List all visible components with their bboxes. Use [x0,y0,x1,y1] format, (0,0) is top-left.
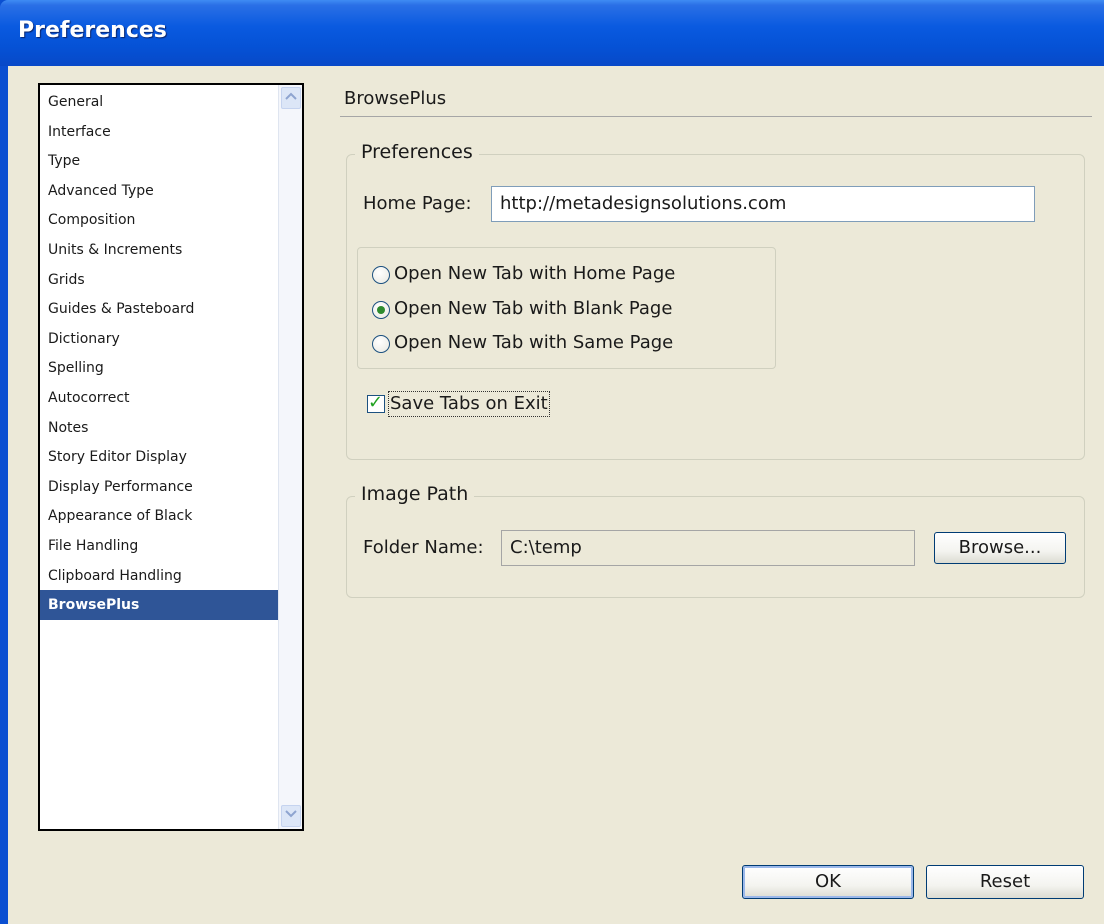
section-title: BrowsePlus [344,88,447,109]
category-item[interactable]: Story Editor Display [40,442,280,472]
folder-name-input[interactable]: C:\temp [501,530,915,566]
scroll-up-button[interactable] [281,87,301,109]
window-title: Preferences [18,18,167,43]
category-item[interactable]: Dictionary [40,324,280,354]
radio-button-selected[interactable] [372,301,390,319]
preferences-group: Preferences Home Page: http://metadesign… [346,141,1085,460]
radio-button[interactable] [372,266,390,284]
image-path-group: Image Path Folder Name: C:\temp Browse..… [346,483,1085,598]
radio-label: Open New Tab with Same Page [394,332,674,353]
category-list[interactable]: General Interface Type Advanced Type Composi… [38,83,304,831]
preferences-dialog: Preferences General Interface Type Advanced… [0,0,1104,924]
category-item[interactable]: Appearance of Black [40,501,280,531]
save-tabs-label[interactable]: Save Tabs on Exit [388,391,550,417]
category-item[interactable]: Guides & Pasteboard [40,294,280,324]
ok-button[interactable]: OK [742,865,914,899]
home-page-label: Home Page: [363,193,472,214]
category-item[interactable]: Clipboard Handling [40,561,280,591]
category-item[interactable]: Spelling [40,353,280,383]
category-item[interactable]: Notes [40,413,280,443]
preferences-group-legend: Preferences [355,141,479,163]
image-path-group-legend: Image Path [355,483,475,505]
category-item[interactable]: Autocorrect [40,383,280,413]
category-item[interactable]: Display Performance [40,472,280,502]
category-item[interactable]: Interface [40,117,280,147]
category-item[interactable]: File Handling [40,531,280,561]
chevron-down-icon [285,810,297,818]
section-divider [340,116,1092,117]
chevron-up-icon [285,92,297,100]
category-item[interactable]: Grids [40,265,280,295]
folder-name-label: Folder Name: [363,537,484,558]
radio-button[interactable] [372,335,390,353]
scroll-down-button[interactable] [281,805,301,827]
home-page-input[interactable]: http://metadesignsolutions.com [491,186,1035,222]
category-item[interactable]: BrowsePlus [40,590,280,621]
dialog-client-area: General Interface Type Advanced Type Composi… [8,66,1104,924]
checkmark-icon: ✓ [368,392,384,413]
category-item[interactable]: Advanced Type [40,176,280,206]
radio-label: Open New Tab with Home Page [394,263,676,284]
save-tabs-checkbox[interactable]: ✓ [367,392,385,413]
radio-label: Open New Tab with Blank Page [394,298,673,319]
category-scrollbar[interactable] [278,85,302,829]
category-item[interactable]: Units & Increments [40,235,280,265]
category-item[interactable]: General [40,87,280,117]
browse-button[interactable]: Browse... [934,532,1066,564]
category-item[interactable]: Composition [40,205,280,235]
new-tab-radio-group: Open New Tab with Home Page Open New Tab… [357,247,776,369]
title-bar[interactable]: Preferences [0,0,1104,66]
category-item[interactable]: Type [40,146,280,176]
reset-button[interactable]: Reset [926,865,1084,899]
